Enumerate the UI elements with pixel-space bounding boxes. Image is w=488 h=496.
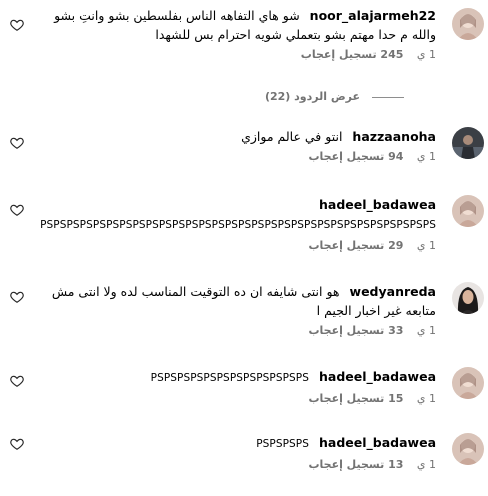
comment-text: wedyanreda هو انتى شايفه ان ده التوقيت ا… xyxy=(31,282,436,320)
comment-username[interactable]: hadeel_badawea xyxy=(319,197,436,212)
heart-outline-icon[interactable] xyxy=(10,374,24,388)
avatar[interactable] xyxy=(452,127,484,159)
comment-text: hazzaanoha انتو في عالم موازي xyxy=(31,127,436,146)
avatar[interactable] xyxy=(452,433,484,465)
avatar[interactable] xyxy=(452,367,484,399)
comment-meta: 1 ي 13 تسجيل إعجاب xyxy=(31,457,436,473)
comment-body: hadeel_badawea PSPSPSPS 1 ي 13 تسجيل إعج… xyxy=(31,433,436,473)
comment-meta: 1 ي 29 تسجيل إعجاب xyxy=(31,238,436,254)
avatar[interactable] xyxy=(452,8,484,40)
comment-text: noor_alajarmeh22 شو هاي التفاهه الناس بف… xyxy=(31,6,436,44)
comment-text: hadeel_badawea PSPSPSPS xyxy=(31,433,436,454)
comment-time[interactable]: 1 ي xyxy=(417,238,436,254)
comment-likes[interactable]: 245 تسجيل إعجاب xyxy=(301,47,404,63)
comment-message: PSPSPSPSPSPSPSPSPSPSPSPS xyxy=(150,372,310,384)
heart-outline-icon[interactable] xyxy=(10,136,24,150)
comment-likes[interactable]: 33 تسجيل إعجاب xyxy=(308,323,403,339)
comment-likes[interactable]: 29 تسجيل إعجاب xyxy=(308,238,403,254)
comment-message: انتو في عالم موازي xyxy=(241,129,343,144)
heart-outline-icon[interactable] xyxy=(10,437,24,451)
replies-divider-line xyxy=(372,96,404,98)
comment-body: hadeel_badawea PSPSPSPSPSPSPSPSPSPSPSPS … xyxy=(31,367,436,407)
comment-time[interactable]: 1 ي xyxy=(417,457,436,473)
comment-username[interactable]: hadeel_badawea xyxy=(319,435,436,450)
comment-body: noor_alajarmeh22 شو هاي التفاهه الناس بف… xyxy=(31,6,436,63)
comment-likes[interactable]: 13 تسجيل إعجاب xyxy=(308,457,403,473)
comment-meta: 1 ي 15 تسجيل إعجاب xyxy=(31,391,436,407)
avatar[interactable] xyxy=(452,282,484,314)
comment-text: hadeel_badawea PSPSPSPSPSPSPSPSPSPSPSPS xyxy=(31,367,436,388)
comment-username[interactable]: hazzaanoha xyxy=(352,129,436,144)
view-replies-label: عرض الردود (22) xyxy=(264,90,360,103)
comment-likes[interactable]: 15 تسجيل إعجاب xyxy=(308,391,403,407)
comment-text: hadeel_badawea PSPSPSPSPSPSPSPSPSPSPSPSP… xyxy=(31,195,436,235)
comment-username[interactable]: wedyanreda xyxy=(350,284,436,299)
comment-meta: 1 ي 33 تسجيل إعجاب xyxy=(31,323,436,339)
comment-message: PSPSPSPS xyxy=(256,438,310,450)
comment-meta: 1 ي 245 تسجيل إعجاب xyxy=(31,47,436,63)
comment-time[interactable]: 1 ي xyxy=(417,391,436,407)
view-replies-button[interactable]: عرض الردود (22) xyxy=(164,90,404,106)
comment-body: hazzaanoha انتو في عالم موازي 1 ي 94 تسج… xyxy=(31,127,436,165)
comment-username[interactable]: hadeel_badawea xyxy=(319,369,436,384)
comments-list: noor_alajarmeh22 شو هاي التفاهه الناس بف… xyxy=(0,0,488,496)
comment-time[interactable]: 1 ي xyxy=(417,149,436,165)
heart-outline-icon[interactable] xyxy=(10,203,24,217)
heart-outline-icon[interactable] xyxy=(10,18,24,32)
heart-outline-icon[interactable] xyxy=(10,290,24,304)
comment-body: hadeel_badawea PSPSPSPSPSPSPSPSPSPSPSPSP… xyxy=(31,195,436,254)
comment-message: PSPSPSPSPSPSPSPSPSPSPSPSPSPSPSPSPSPSPSPS… xyxy=(40,219,436,231)
comment-meta: 1 ي 94 تسجيل إعجاب xyxy=(31,149,436,165)
comment-likes[interactable]: 94 تسجيل إعجاب xyxy=(308,149,403,165)
comment-time[interactable]: 1 ي xyxy=(417,47,436,63)
avatar[interactable] xyxy=(452,195,484,227)
comment-body: wedyanreda هو انتى شايفه ان ده التوقيت ا… xyxy=(31,282,436,339)
comment-username[interactable]: noor_alajarmeh22 xyxy=(310,8,436,23)
comment-time[interactable]: 1 ي xyxy=(417,323,436,339)
